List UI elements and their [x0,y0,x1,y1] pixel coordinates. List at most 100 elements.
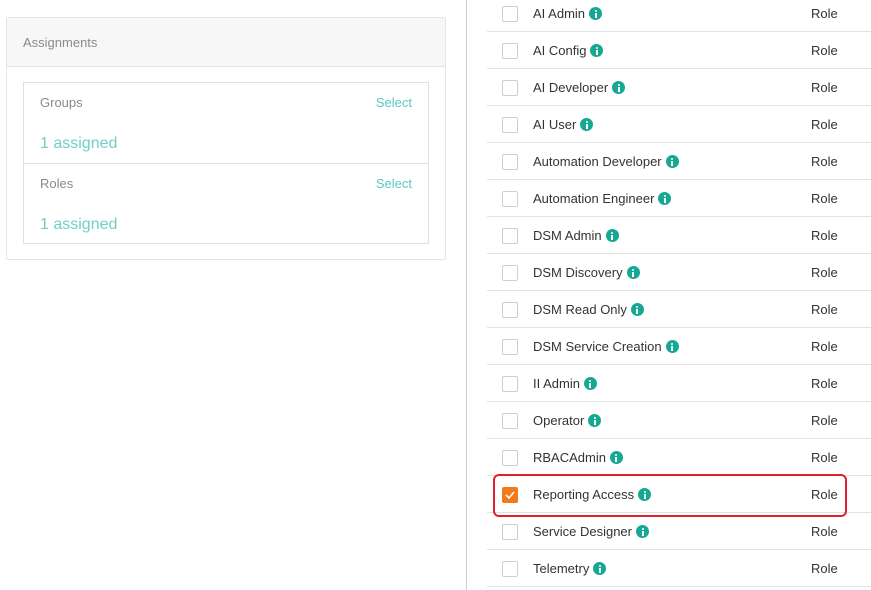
info-icon[interactable] [665,155,679,168]
role-name: RBACAdmin [533,450,623,465]
role-name-text: Service Designer [533,524,632,539]
role-name-text: DSM Read Only [533,302,627,317]
info-icon[interactable] [658,192,672,205]
role-row[interactable]: Automation Engineer Role [487,180,871,217]
role-type: Role [811,487,838,502]
role-type: Role [811,43,838,58]
assignments-body: Groups Select 1 assigned Roles Select 1 … [23,82,429,244]
role-checkbox[interactable] [502,487,518,503]
role-name-text: AI User [533,117,577,132]
role-checkbox[interactable] [502,376,518,392]
role-name: DSM Read Only [533,302,644,317]
role-row[interactable]: DSM Admin Role [487,217,871,254]
role-name: Automation Developer [533,154,679,169]
role-name-text: AI Developer [533,80,609,95]
role-type: Role [811,117,838,132]
checkmark-icon [505,491,515,499]
groups-row: Groups Select 1 assigned [24,83,428,163]
role-row[interactable]: Automation Developer Role [487,143,871,180]
role-type: Role [811,6,838,21]
role-name: AI Developer [533,80,626,95]
role-checkbox[interactable] [502,561,518,577]
role-type: Role [811,80,838,95]
info-icon[interactable] [580,118,594,131]
info-icon[interactable] [590,44,604,57]
role-name: AI Config [533,43,604,58]
role-row[interactable]: DSM Service Creation Role [487,328,871,365]
role-name-text: Reporting Access [533,487,635,502]
role-checkbox[interactable] [502,413,518,429]
role-checkbox[interactable] [502,450,518,466]
role-checkbox[interactable] [502,191,518,207]
role-name-text: DSM Admin [533,228,602,243]
roles-label: Roles [40,176,74,191]
role-name-text: AI Admin [533,6,586,21]
role-type: Role [811,265,838,280]
info-icon[interactable] [588,414,602,427]
role-name: AI User [533,117,594,132]
role-name-text: Automation Developer [533,154,662,169]
role-row[interactable]: AI Admin Role [487,0,871,32]
role-type: Role [811,191,838,206]
role-row[interactable]: Operator Role [487,402,871,439]
role-name-text: II Admin [533,376,580,391]
info-icon[interactable] [612,81,626,94]
groups-assigned-count[interactable]: 1 assigned [40,135,117,153]
role-list: AI Admin Role AI Config Role AI Developer Rol… [487,0,871,587]
role-row[interactable]: DSM Read Only Role [487,291,871,328]
roles-row: Roles Select 1 assigned [24,163,428,243]
role-name: Service Designer [533,524,649,539]
role-name-text: Telemetry [533,561,590,576]
role-row[interactable]: Service Designer Role [487,513,871,550]
role-checkbox[interactable] [502,302,518,318]
info-icon[interactable] [665,340,679,353]
role-name-text: RBACAdmin [533,450,606,465]
role-row[interactable]: II Admin Role [487,365,871,402]
role-name: Automation Engineer [533,191,672,206]
roles-assigned-count[interactable]: 1 assigned [40,216,117,234]
info-icon[interactable] [638,488,652,501]
info-icon[interactable] [593,562,607,575]
role-name: DSM Admin [533,228,619,243]
role-name-text: Automation Engineer [533,191,655,206]
info-icon[interactable] [589,7,603,20]
role-name: DSM Discovery [533,265,640,280]
role-checkbox[interactable] [502,524,518,540]
role-checkbox[interactable] [502,228,518,244]
info-icon[interactable] [605,229,619,242]
role-row[interactable]: AI Config Role [487,32,871,69]
info-icon[interactable] [609,451,623,464]
role-type: Role [811,524,838,539]
role-row[interactable]: Reporting Access Role [487,476,871,513]
role-row[interactable]: AI Developer Role [487,69,871,106]
role-type: Role [811,376,838,391]
role-checkbox[interactable] [502,80,518,96]
role-checkbox[interactable] [502,339,518,355]
role-checkbox[interactable] [502,117,518,133]
role-type: Role [811,228,838,243]
groups-select-link[interactable]: Select [376,95,412,110]
role-type: Role [811,450,838,465]
role-name-text: DSM Service Creation [533,339,662,354]
role-checkbox[interactable] [502,43,518,59]
info-icon[interactable] [583,377,597,390]
role-checkbox[interactable] [502,265,518,281]
info-icon[interactable] [630,303,644,316]
role-type: Role [811,339,838,354]
role-type: Role [811,413,838,428]
groups-label: Groups [40,95,83,110]
info-icon[interactable] [626,266,640,279]
role-name: AI Admin [533,6,603,21]
role-row[interactable]: AI User Role [487,106,871,143]
panel-divider [466,0,467,590]
role-checkbox[interactable] [502,154,518,170]
role-row[interactable]: DSM Discovery Role [487,254,871,291]
role-name: Telemetry [533,561,607,576]
assignments-title: Assignments [7,18,445,67]
role-checkbox[interactable] [502,6,518,22]
info-icon[interactable] [636,525,649,538]
roles-select-link[interactable]: Select [376,176,412,191]
role-row[interactable]: RBACAdmin Role [487,439,871,476]
role-row[interactable]: Telemetry Role [487,550,871,587]
role-name: II Admin [533,376,597,391]
